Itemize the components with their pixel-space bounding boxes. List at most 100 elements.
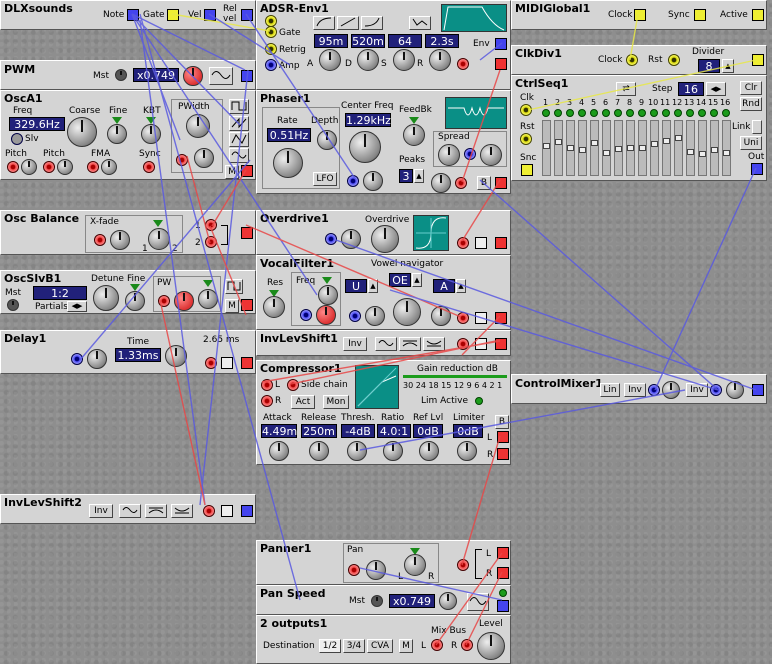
- vowel3-stepper[interactable]: ▲: [456, 279, 466, 293]
- note-output[interactable]: [127, 9, 139, 21]
- step-slider-thumb[interactable]: [639, 145, 646, 151]
- vowel1-stepper[interactable]: ▲: [368, 279, 378, 293]
- mst-input[interactable]: [115, 69, 127, 81]
- step-slider[interactable]: [626, 120, 635, 176]
- seq-mode-button[interactable]: ⇄: [616, 82, 636, 96]
- slv-output-indicator[interactable]: [11, 133, 23, 145]
- output[interactable]: [495, 338, 507, 350]
- freq-knob[interactable]: [318, 285, 338, 305]
- step-slider[interactable]: [674, 120, 683, 176]
- snc-output[interactable]: [521, 164, 533, 176]
- clr-button[interactable]: Clr: [740, 81, 762, 95]
- gate-jack[interactable]: [265, 26, 277, 38]
- audio-output[interactable]: [241, 227, 253, 239]
- step-slider[interactable]: [710, 120, 719, 176]
- step-slider-thumb[interactable]: [543, 143, 550, 149]
- step-slider-thumb[interactable]: [675, 135, 682, 141]
- bypass-button[interactable]: B: [477, 176, 491, 190]
- step-slider-thumb[interactable]: [615, 146, 622, 152]
- left-input[interactable]: [261, 379, 273, 391]
- pitch2-input[interactable]: [43, 161, 55, 173]
- step-slider[interactable]: [542, 120, 551, 176]
- output[interactable]: [752, 384, 764, 396]
- time-knob[interactable]: [165, 345, 187, 367]
- sync-output[interactable]: [694, 9, 706, 21]
- step-slider-thumb[interactable]: [687, 149, 694, 155]
- step-slider-thumb[interactable]: [591, 140, 598, 146]
- left-input[interactable]: [431, 639, 443, 651]
- attack-shape-lin-button[interactable]: [337, 16, 359, 30]
- freq-mod-input[interactable]: [300, 309, 312, 321]
- coarse-knob[interactable]: [67, 117, 97, 147]
- rate-knob[interactable]: [439, 592, 457, 610]
- level2-knob[interactable]: [726, 381, 744, 399]
- mute-button[interactable]: M: [225, 165, 239, 179]
- xfade-knob[interactable]: [148, 228, 170, 250]
- feedbk-knob[interactable]: [403, 124, 425, 146]
- clock-output[interactable]: [752, 54, 764, 66]
- rel-vel-output[interactable]: [241, 9, 253, 21]
- lin-button[interactable]: Lin: [600, 383, 620, 397]
- bypass-button[interactable]: B: [495, 415, 509, 429]
- step-slider-thumb[interactable]: [567, 145, 574, 151]
- env-output[interactable]: [495, 38, 507, 50]
- pan-mod-input[interactable]: [348, 564, 360, 576]
- freq-mod-knob[interactable]: [363, 171, 383, 191]
- center-freq-knob[interactable]: [349, 131, 381, 163]
- level1-knob[interactable]: [662, 381, 680, 399]
- spread-knob[interactable]: [438, 144, 460, 166]
- uni-button[interactable]: Uni: [740, 136, 762, 150]
- step-slider[interactable]: [578, 120, 587, 176]
- rst-input[interactable]: [668, 54, 680, 66]
- in1-input[interactable]: [205, 219, 217, 231]
- active-output[interactable]: [752, 9, 764, 21]
- ref-lvl-knob[interactable]: [419, 441, 439, 461]
- shift-mode3-button[interactable]: [171, 504, 193, 518]
- lfo-button[interactable]: LFO: [313, 172, 337, 186]
- step-stepper[interactable]: ◀▶: [706, 82, 726, 96]
- mst-input[interactable]: [7, 299, 19, 311]
- audio-output[interactable]: [495, 177, 507, 189]
- spread-mod-knob[interactable]: [480, 144, 502, 166]
- peaks-stepper[interactable]: ▲: [414, 169, 424, 183]
- wave-saw-button[interactable]: [229, 116, 249, 131]
- step-slider-thumb[interactable]: [651, 141, 658, 147]
- vowel-mod-knob[interactable]: [365, 306, 385, 326]
- audio-output[interactable]: [241, 357, 253, 369]
- waveform-button[interactable]: [467, 593, 489, 611]
- fma-knob[interactable]: [101, 159, 117, 175]
- lfo-output[interactable]: [241, 70, 253, 82]
- input[interactable]: [457, 338, 469, 350]
- fine-knob[interactable]: [125, 291, 145, 311]
- audio-input[interactable]: [457, 559, 469, 571]
- step-slider[interactable]: [698, 120, 707, 176]
- spread-input[interactable]: [464, 148, 476, 160]
- in2-input[interactable]: [205, 236, 217, 248]
- audio-input[interactable]: [457, 312, 469, 324]
- step-slider[interactable]: [662, 120, 671, 176]
- overdrive-mod-knob[interactable]: [341, 229, 361, 249]
- wave-triangle-button[interactable]: [229, 132, 249, 147]
- level-knob[interactable]: [477, 632, 505, 660]
- inv1-button[interactable]: Inv: [624, 383, 646, 397]
- clock-input[interactable]: [626, 54, 638, 66]
- inv2-button[interactable]: Inv: [686, 383, 708, 397]
- step-slider-thumb[interactable]: [603, 150, 610, 156]
- audio-input[interactable]: [457, 58, 469, 70]
- audio-output[interactable]: [241, 299, 253, 311]
- lfo-output[interactable]: [497, 600, 509, 612]
- rate-knob[interactable]: [273, 148, 303, 178]
- vowel-mod2-knob[interactable]: [431, 306, 451, 326]
- bypass-toggle[interactable]: [475, 312, 487, 324]
- inv-button[interactable]: Inv: [343, 337, 367, 351]
- mst-input[interactable]: [371, 595, 383, 607]
- shift-mode1-button[interactable]: [375, 337, 397, 351]
- out-output[interactable]: [751, 163, 763, 175]
- time-mod-input[interactable]: [71, 353, 83, 365]
- pwidth-knob[interactable]: [186, 114, 210, 138]
- attack-shape-log-button[interactable]: [313, 16, 335, 30]
- step-slider[interactable]: [554, 120, 563, 176]
- pitch1-knob[interactable]: [21, 159, 37, 175]
- fine-knob[interactable]: [107, 124, 127, 144]
- dest-1-2-button[interactable]: 1/2: [319, 639, 341, 653]
